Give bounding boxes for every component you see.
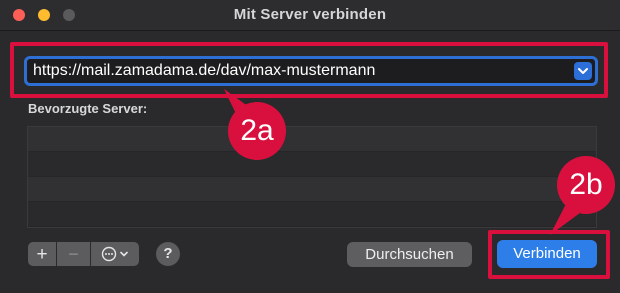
connect-to-server-window: Mit Server verbinden https://mail.zamada… [0,0,620,293]
title-bar: Mit Server verbinden [0,0,620,31]
server-address-value[interactable]: https://mail.zamadama.de/dav/max-musterm… [33,62,375,80]
help-button[interactable]: ? [156,242,180,266]
window-title: Mit Server verbinden [233,6,387,23]
add-favorite-button[interactable]: + [28,242,56,266]
list-item[interactable] [28,152,596,177]
action-menu-button[interactable] [91,242,139,266]
annotation-badge-2b: 2b [557,156,615,214]
chevron-down-icon [578,68,588,74]
list-item[interactable] [28,177,596,202]
favorite-servers-label: Bevorzugte Server: [28,101,148,116]
plus-icon: + [36,243,48,265]
remove-favorite-button[interactable]: − [57,242,90,266]
ellipsis-circle-icon [101,246,117,262]
recent-servers-dropdown-button[interactable] [574,62,592,80]
minus-icon: − [68,244,79,264]
connect-button[interactable]: Verbinden [497,240,597,268]
annotation-badge-2a: 2a [228,102,286,160]
server-address-field[interactable]: https://mail.zamadama.de/dav/max-musterm… [24,56,598,86]
list-item[interactable] [28,202,596,227]
chevron-down-icon [120,251,128,257]
favorite-servers-list[interactable] [27,126,597,228]
browse-button[interactable]: Durchsuchen [347,242,472,267]
list-item[interactable] [28,127,596,152]
